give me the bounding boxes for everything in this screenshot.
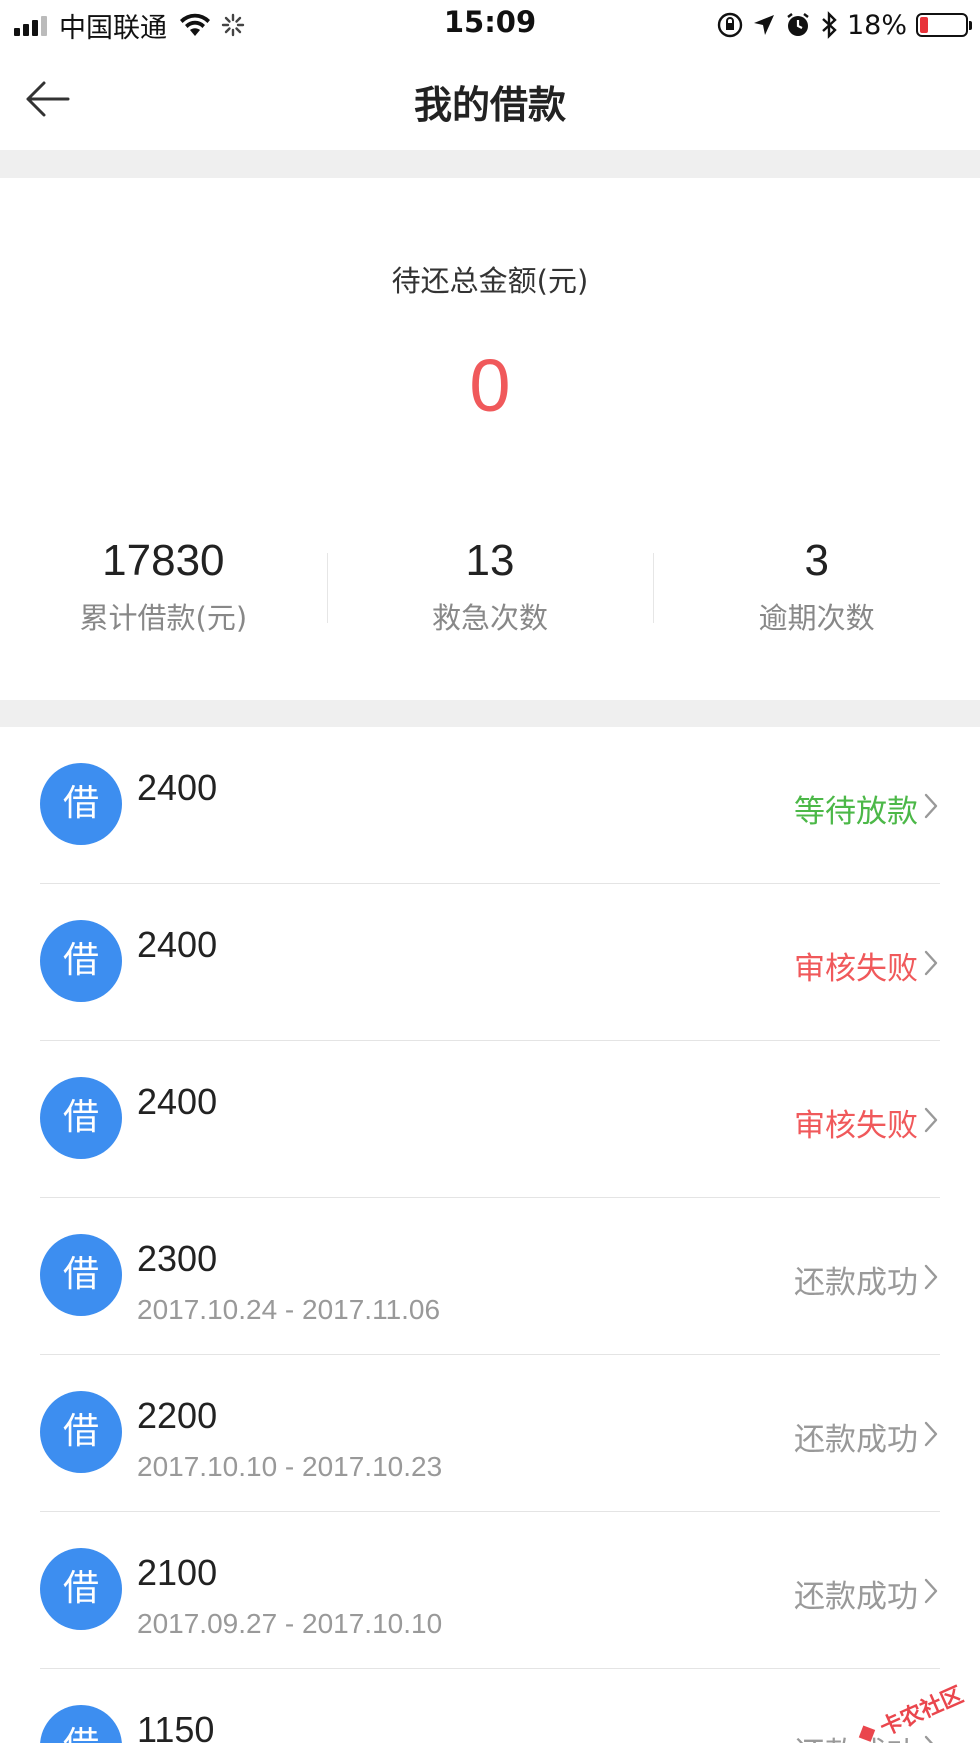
loan-list-item[interactable]: 借 2400 审核失败 — [0, 884, 980, 1041]
status-bar-right: 18% — [717, 8, 972, 42]
loan-amount: 2200 — [137, 1395, 218, 1436]
loan-period: 2017.10.24 - 2017.11.06 — [137, 1294, 441, 1325]
loan-status: 审核失败 — [794, 1108, 918, 1144]
location-icon — [753, 15, 774, 35]
stats-row: 17830 累计借款(元) 13 救急次数 3 逾期次数 — [0, 533, 980, 643]
loan-status: 等待放款 — [794, 794, 918, 830]
loan-list-item[interactable]: 借 2400 审核失败 — [0, 1041, 980, 1198]
battery-percent: 18% — [846, 9, 907, 41]
status-bar: 中国联通 15:09 18% — [0, 0, 980, 50]
chevron-right-icon — [924, 950, 938, 976]
loan-amount: 2400 — [137, 767, 218, 808]
loan-period: 2017.10.10 - 2017.10.23 — [137, 1451, 443, 1482]
loan-amount: 2400 — [137, 924, 218, 965]
alarm-icon — [787, 13, 809, 36]
loan-status: 还款成功 — [794, 1579, 918, 1615]
loan-badge-icon: 借 — [40, 1234, 122, 1316]
loan-amount: 1150 — [137, 1709, 215, 1743]
section-divider — [0, 150, 980, 178]
loan-list: 借 2400 等待放款借 2400 审核失败借 2400 审核失败借 2300 2017.10.… — [0, 727, 980, 1743]
battery-fill — [920, 17, 928, 33]
outstanding-amount: 0 — [469, 344, 511, 427]
loan-amount: 2300 — [137, 1238, 218, 1279]
loan-badge-icon: 借 — [40, 1548, 122, 1630]
nav-bar: 我的借款 — [0, 50, 980, 150]
loan-list-item[interactable]: 借 2100 2017.09.27 - 2017.10.10 还款成功 — [0, 1512, 980, 1669]
chevron-right-icon — [924, 1421, 938, 1447]
stat-value: 3 — [804, 536, 829, 585]
loan-badge-icon: 借 — [40, 1077, 122, 1159]
watermark-logo-icon — [858, 1725, 876, 1742]
chevron-right-icon — [924, 1578, 938, 1604]
stat-value: 17830 — [102, 536, 225, 585]
loan-badge-icon: 借 — [40, 920, 122, 1002]
loan-status: 还款成功 — [794, 1265, 918, 1301]
loan-list-item[interactable]: 借 2400 等待放款 — [0, 727, 980, 884]
chevron-right-icon — [924, 1264, 938, 1290]
orientation-lock-icon — [717, 12, 743, 38]
loan-amount: 2100 — [137, 1552, 218, 1593]
stat-value: 13 — [465, 536, 515, 585]
loan-status: 审核失败 — [794, 951, 918, 987]
chevron-right-icon — [924, 1107, 938, 1133]
stat-label: 救急次数 — [432, 601, 549, 635]
bluetooth-icon — [822, 11, 837, 39]
stat-emergency-count: 13 救急次数 — [326, 533, 654, 643]
stat-overdue-count: 3 逾期次数 — [653, 533, 980, 643]
loan-badge-icon: 借 — [40, 1705, 122, 1743]
chevron-right-icon — [924, 793, 938, 819]
outstanding-label: 待还总金额(元) — [391, 264, 589, 298]
chevron-right-icon — [924, 1735, 934, 1743]
loan-amount: 2400 — [137, 1081, 218, 1122]
stat-label: 累计借款(元) — [79, 601, 248, 635]
loan-list-item[interactable]: 借 2300 2017.10.24 - 2017.11.06 还款成功 — [0, 1198, 980, 1355]
loan-badge-icon: 借 — [40, 763, 122, 845]
loan-period: 2017.09.27 - 2017.10.10 — [137, 1608, 443, 1639]
loan-list-item[interactable]: 借 2200 2017.10.10 - 2017.10.23 还款成功 — [0, 1355, 980, 1512]
loan-badge-icon: 借 — [40, 1391, 122, 1473]
loan-list-item[interactable]: 借1150还款成功 — [0, 1669, 980, 1743]
summary-panel: 待还总金额(元) 0 17830 累计借款(元) 13 救急次数 3 逾期次数 — [0, 178, 980, 700]
stat-total-borrowed: 17830 累计借款(元) — [0, 533, 327, 643]
section-divider — [0, 700, 980, 727]
loan-status: 还款成功 — [794, 1422, 918, 1458]
battery-icon — [916, 13, 972, 37]
stat-label: 逾期次数 — [758, 601, 875, 635]
page-title: 我的借款 — [413, 83, 566, 127]
